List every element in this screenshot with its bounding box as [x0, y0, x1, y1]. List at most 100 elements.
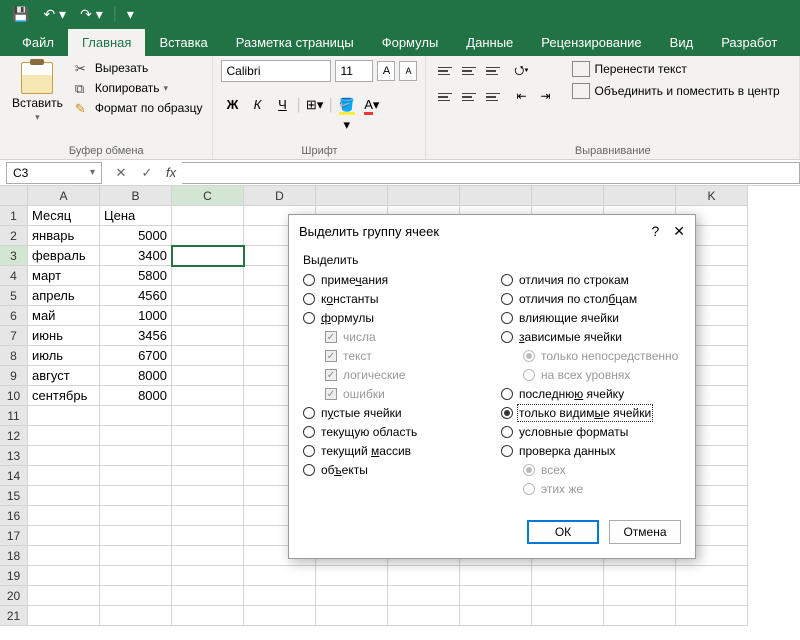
cell-B13[interactable] [100, 446, 172, 466]
cell-B19[interactable] [100, 566, 172, 586]
cell-A20[interactable] [28, 586, 100, 606]
align-right-button[interactable] [482, 86, 504, 108]
cell-B5[interactable]: 4560 [100, 286, 172, 306]
cell-A6[interactable]: май [28, 306, 100, 326]
cell-E21[interactable] [316, 606, 388, 626]
cell-C20[interactable] [172, 586, 244, 606]
wrap-text-button[interactable]: Перенести текст [570, 60, 781, 78]
cell-C4[interactable] [172, 266, 244, 286]
row-header-5[interactable]: 5 [0, 286, 28, 306]
cell-A15[interactable] [28, 486, 100, 506]
cell-B4[interactable]: 5800 [100, 266, 172, 286]
align-middle-button[interactable] [458, 60, 480, 82]
tab-review[interactable]: Рецензирование [527, 29, 655, 56]
row-header-8[interactable]: 8 [0, 346, 28, 366]
radio-precedents[interactable]: влияющие ячейки [501, 311, 681, 325]
col-header-[interactable] [532, 186, 604, 206]
cell-B17[interactable] [100, 526, 172, 546]
radio-blanks[interactable]: пустые ячейки [303, 406, 483, 420]
col-header-[interactable] [388, 186, 460, 206]
col-header-[interactable] [460, 186, 532, 206]
cell-B15[interactable] [100, 486, 172, 506]
row-header-16[interactable]: 16 [0, 506, 28, 526]
cell-C9[interactable] [172, 366, 244, 386]
cell-C16[interactable] [172, 506, 244, 526]
format-painter-button[interactable]: Формат по образцу [73, 100, 205, 116]
radio-visible-only[interactable]: только видимые ячейки [501, 406, 681, 420]
cell-H20[interactable] [532, 586, 604, 606]
cell-H21[interactable] [532, 606, 604, 626]
save-icon[interactable]: 💾 [8, 6, 33, 23]
cell-C6[interactable] [172, 306, 244, 326]
tab-page-layout[interactable]: Разметка страницы [222, 29, 368, 56]
align-center-button[interactable] [458, 86, 480, 108]
cell-D21[interactable] [244, 606, 316, 626]
cell-B16[interactable] [100, 506, 172, 526]
dialog-titlebar[interactable]: Выделить группу ячеек ? ✕ [289, 215, 695, 247]
tab-home[interactable]: Главная [68, 29, 145, 56]
row-header-20[interactable]: 20 [0, 586, 28, 606]
cell-I20[interactable] [604, 586, 676, 606]
cell-C13[interactable] [172, 446, 244, 466]
cell-F20[interactable] [388, 586, 460, 606]
cell-A18[interactable] [28, 546, 100, 566]
row-header-12[interactable]: 12 [0, 426, 28, 446]
tab-file[interactable]: Файл [8, 29, 68, 56]
cell-B14[interactable] [100, 466, 172, 486]
cell-A17[interactable] [28, 526, 100, 546]
cell-A3[interactable]: февраль [28, 246, 100, 266]
tab-formulas[interactable]: Формулы [368, 29, 453, 56]
cell-H19[interactable] [532, 566, 604, 586]
orientation-button[interactable]: ⭯▾ [510, 60, 532, 82]
col-header-C[interactable]: C [172, 186, 244, 206]
cell-A8[interactable]: июль [28, 346, 100, 366]
row-header-18[interactable]: 18 [0, 546, 28, 566]
cell-B7[interactable]: 3456 [100, 326, 172, 346]
row-header-1[interactable]: 1 [0, 206, 28, 226]
cell-A11[interactable] [28, 406, 100, 426]
font-size-input[interactable] [335, 60, 373, 82]
enter-formula-button[interactable]: ✓ [134, 165, 160, 181]
radio-dependents[interactable]: зависимые ячейки [501, 330, 681, 344]
cell-B8[interactable]: 6700 [100, 346, 172, 366]
row-header-17[interactable]: 17 [0, 526, 28, 546]
undo-icon[interactable]: ↶ ▾ [39, 6, 70, 23]
col-header-B[interactable]: B [100, 186, 172, 206]
cell-F19[interactable] [388, 566, 460, 586]
cell-C5[interactable] [172, 286, 244, 306]
cell-E19[interactable] [316, 566, 388, 586]
row-header-19[interactable]: 19 [0, 566, 28, 586]
cell-C7[interactable] [172, 326, 244, 346]
cell-B3[interactable]: 3400 [100, 246, 172, 266]
col-header-[interactable] [604, 186, 676, 206]
cell-B6[interactable]: 1000 [100, 306, 172, 326]
cell-B1[interactable]: Цена [100, 206, 172, 226]
radio-col-diffs[interactable]: отличия по столбцам [501, 292, 681, 306]
radio-data-validation[interactable]: проверка данных [501, 444, 681, 458]
cut-button[interactable]: Вырезать [73, 60, 205, 76]
dialog-close-button[interactable]: ✕ [673, 223, 685, 240]
row-header-2[interactable]: 2 [0, 226, 28, 246]
cell-A13[interactable] [28, 446, 100, 466]
radio-formulas[interactable]: формулы [303, 311, 483, 325]
cell-E20[interactable] [316, 586, 388, 606]
col-header-D[interactable]: D [244, 186, 316, 206]
dialog-help-button[interactable]: ? [651, 223, 659, 240]
col-header-K[interactable]: K [676, 186, 748, 206]
cell-A14[interactable] [28, 466, 100, 486]
row-header-11[interactable]: 11 [0, 406, 28, 426]
decrease-font-button[interactable]: A [399, 61, 417, 81]
col-header-A[interactable]: A [28, 186, 100, 206]
cell-C1[interactable] [172, 206, 244, 226]
cell-C12[interactable] [172, 426, 244, 446]
font-name-input[interactable] [221, 60, 331, 82]
formula-input[interactable] [182, 162, 800, 184]
cell-C14[interactable] [172, 466, 244, 486]
cell-C10[interactable] [172, 386, 244, 406]
cell-A5[interactable]: апрель [28, 286, 100, 306]
row-header-14[interactable]: 14 [0, 466, 28, 486]
radio-cond-formats[interactable]: условные форматы [501, 425, 681, 439]
cell-A4[interactable]: март [28, 266, 100, 286]
underline-button[interactable]: Ч [271, 94, 293, 116]
align-left-button[interactable] [434, 86, 456, 108]
